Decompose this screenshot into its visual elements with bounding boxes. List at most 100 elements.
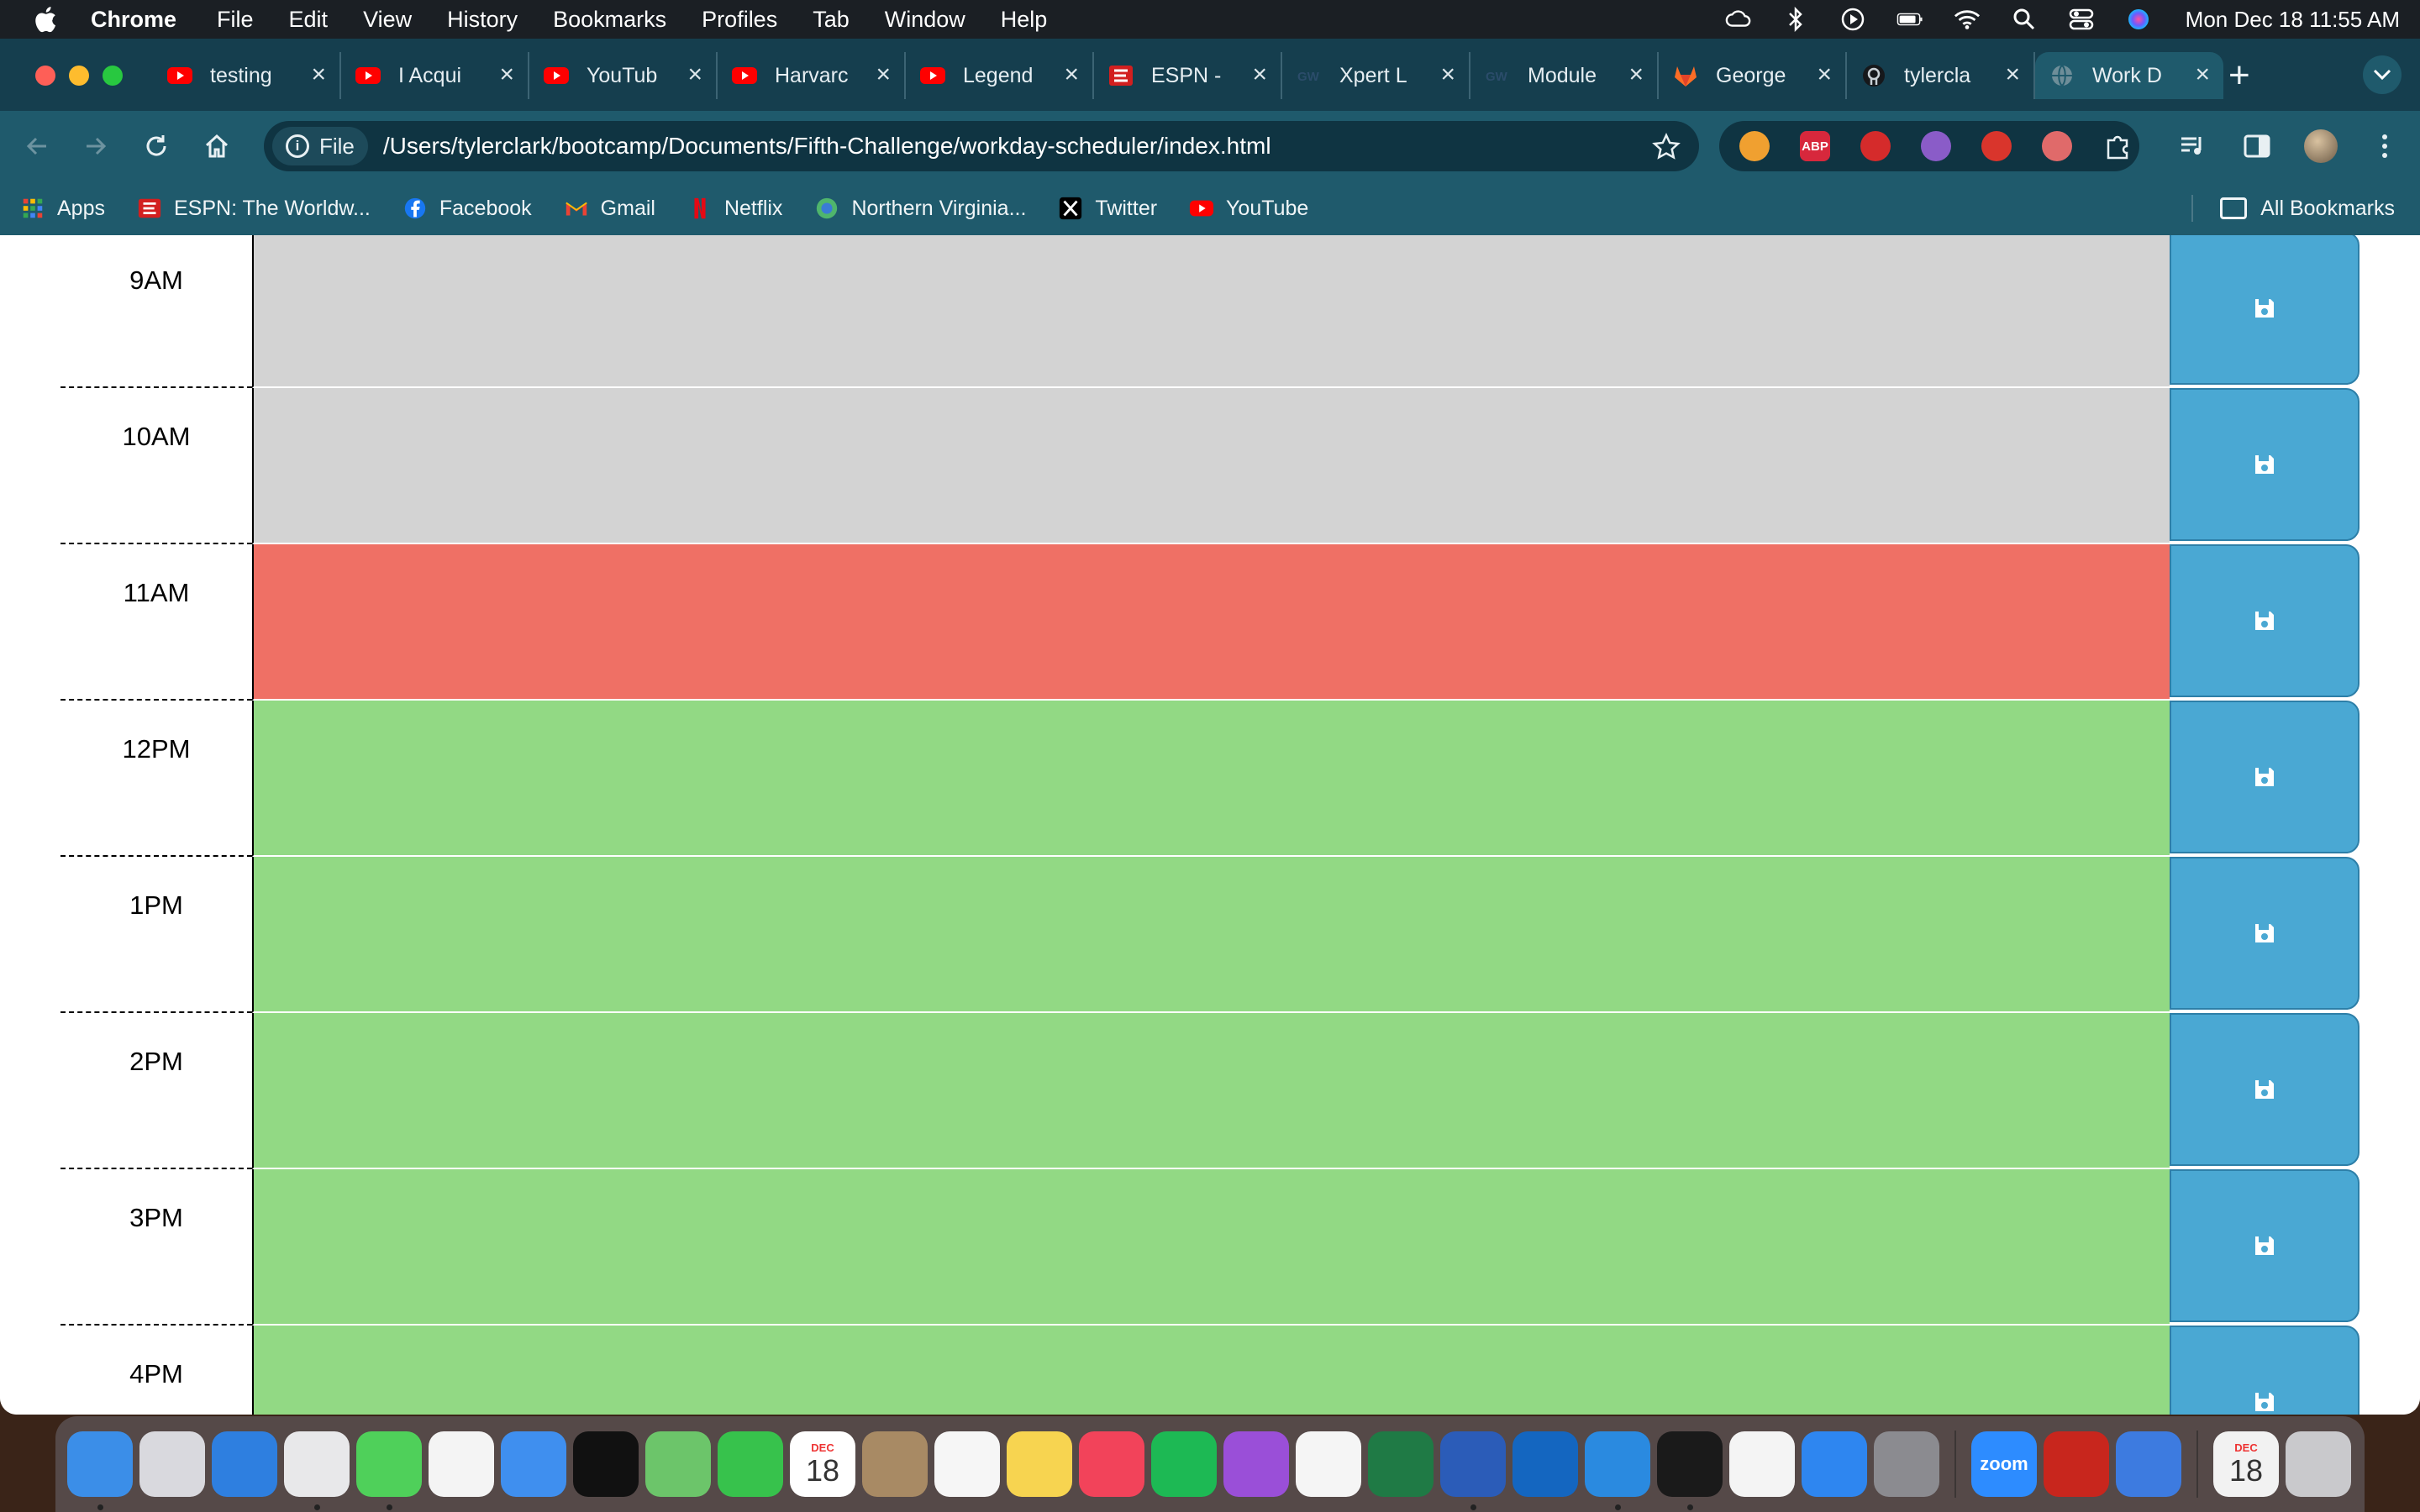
window-zoom-button[interactable] <box>103 66 123 86</box>
apple-tv-app-icon[interactable] <box>573 1431 639 1497</box>
creative-cloud-icon[interactable] <box>1725 7 1752 32</box>
red-circle-extension-icon[interactable] <box>1860 131 1891 161</box>
tab[interactable]: I Acqui × <box>341 52 529 99</box>
bookmark-item[interactable]: ESPN: The Worldw... <box>137 196 371 221</box>
menu-history[interactable]: History <box>447 7 518 33</box>
event-description-textarea[interactable] <box>252 235 2170 388</box>
spotify-app-icon[interactable] <box>1151 1431 1217 1497</box>
chrome-menu-button[interactable] <box>2366 128 2403 165</box>
menu-view[interactable]: View <box>363 7 412 33</box>
tab[interactable]: Harvarc × <box>718 52 906 99</box>
bluetooth-icon[interactable] <box>1782 7 1809 32</box>
tab-close-icon[interactable]: × <box>876 62 891 87</box>
event-description-textarea[interactable] <box>252 701 2170 857</box>
bookmark-item[interactable]: Facebook <box>402 196 532 221</box>
event-description-textarea[interactable] <box>252 544 2170 701</box>
tab[interactable]: GW Module × <box>1470 52 1659 99</box>
address-bar[interactable]: i File /Users/tylerclark/bootcamp/Docume… <box>264 121 1699 171</box>
bookmark-item[interactable]: YouTube <box>1189 196 1308 221</box>
puzzle-extensions-icon[interactable] <box>2102 131 2133 161</box>
url-text[interactable]: /Users/tylerclark/bootcamp/Documents/Fif… <box>383 133 1271 160</box>
bookmark-item[interactable]: Netflix <box>687 196 782 221</box>
tab[interactable]: GW Xpert L × <box>1282 52 1470 99</box>
media-controls-button[interactable] <box>2175 128 2212 165</box>
finder-app-icon[interactable] <box>67 1431 133 1510</box>
outlook-app-icon[interactable] <box>1512 1431 1578 1497</box>
all-bookmarks-button[interactable]: All Bookmarks <box>2220 181 2395 235</box>
new-tab-button[interactable]: + <box>2228 57 2250 94</box>
siri-icon[interactable] <box>2125 7 2152 32</box>
tab[interactable]: Work D × <box>2035 52 2223 99</box>
site-info-chip[interactable]: i File <box>272 127 368 165</box>
save-button[interactable] <box>2170 701 2360 853</box>
bookmark-star-icon[interactable] <box>1652 133 1681 161</box>
excel-app-icon[interactable] <box>1368 1431 1434 1497</box>
home-button[interactable] <box>198 128 235 165</box>
forward-button[interactable] <box>77 128 114 165</box>
event-description-textarea[interactable] <box>252 1013 2170 1169</box>
podcasts-app-icon[interactable] <box>1223 1431 1289 1497</box>
maps-app-icon[interactable] <box>645 1431 711 1497</box>
xcode-app-icon[interactable] <box>2116 1431 2181 1497</box>
tab-close-icon[interactable]: × <box>2005 62 2020 87</box>
tab[interactable]: tylercla × <box>1847 52 2035 99</box>
tab[interactable]: ESPN - × <box>1094 52 1282 99</box>
tab-close-icon[interactable]: × <box>499 62 514 87</box>
safari-app-icon[interactable] <box>212 1431 277 1497</box>
tab[interactable]: testing × <box>153 52 341 99</box>
word-app-icon[interactable] <box>1440 1431 1506 1510</box>
slack-app-icon[interactable] <box>1729 1431 1795 1497</box>
tab[interactable]: Legend × <box>906 52 1094 99</box>
event-description-textarea[interactable] <box>252 388 2170 544</box>
menu-help[interactable]: Help <box>1001 7 1048 33</box>
battery-icon[interactable] <box>1897 7 1923 32</box>
side-panel-button[interactable] <box>2238 128 2275 165</box>
news-app-icon[interactable] <box>1296 1431 1361 1497</box>
reload-button[interactable] <box>138 128 175 165</box>
event-description-textarea[interactable] <box>252 1169 2170 1326</box>
event-description-textarea[interactable] <box>252 857 2170 1013</box>
tab-close-icon[interactable]: × <box>1064 62 1079 87</box>
menu-profiles[interactable]: Profiles <box>702 7 777 33</box>
now-playing-icon[interactable] <box>1839 7 1866 32</box>
tab-close-icon[interactable]: × <box>1628 62 1644 87</box>
save-button[interactable] <box>2170 388 2360 541</box>
adblock-plus-icon[interactable]: ABP <box>1800 131 1830 161</box>
bookmark-item[interactable]: Apps <box>20 196 105 221</box>
mail-app-icon[interactable] <box>501 1431 566 1497</box>
save-button[interactable] <box>2170 857 2360 1010</box>
hand-extension-icon[interactable] <box>1981 131 2012 161</box>
back-button[interactable] <box>18 128 55 165</box>
terminal-app-icon[interactable] <box>1657 1431 1723 1510</box>
tab[interactable]: YouTub × <box>529 52 718 99</box>
screencast-extension-icon[interactable] <box>2042 131 2072 161</box>
contacts-app-icon[interactable] <box>862 1431 928 1497</box>
messages-app-icon[interactable] <box>356 1431 422 1510</box>
trash-app-icon[interactable] <box>2286 1431 2351 1497</box>
photos-app-icon[interactable] <box>429 1431 494 1497</box>
tab-close-icon[interactable]: × <box>1252 62 1267 87</box>
zoom-app-icon[interactable]: zoom <box>1971 1431 2037 1497</box>
bookmark-item[interactable]: Twitter <box>1058 196 1157 221</box>
save-button[interactable] <box>2170 235 2360 385</box>
calendar-doc-app-icon[interactable]: DEC 18 <box>2213 1431 2279 1497</box>
control-center-icon[interactable] <box>2068 7 2095 32</box>
tab-close-icon[interactable]: × <box>1817 62 1832 87</box>
wifi-icon[interactable] <box>1954 7 1981 32</box>
menu-tab[interactable]: Tab <box>813 7 850 33</box>
chrome-app-icon[interactable] <box>284 1431 350 1510</box>
menu-file[interactable]: File <box>217 7 254 33</box>
save-button[interactable] <box>2170 544 2360 697</box>
window-close-button[interactable] <box>35 66 55 86</box>
event-description-textarea[interactable] <box>252 1326 2170 1415</box>
bookmark-item[interactable]: Gmail <box>564 196 655 221</box>
tab-close-icon[interactable]: × <box>2195 62 2210 87</box>
sun-extension-icon[interactable] <box>1739 131 1770 161</box>
menu-clock[interactable]: Mon Dec 18 11:55 AM <box>2186 7 2400 33</box>
bookmark-item[interactable]: Northern Virginia... <box>814 196 1026 221</box>
launchpad-app-icon[interactable] <box>139 1431 205 1497</box>
tab-close-icon[interactable]: × <box>687 62 702 87</box>
menu-bookmarks[interactable]: Bookmarks <box>553 7 666 33</box>
reminders-app-icon[interactable] <box>934 1431 1000 1497</box>
calendar-app-icon[interactable]: DEC 18 <box>790 1431 855 1497</box>
